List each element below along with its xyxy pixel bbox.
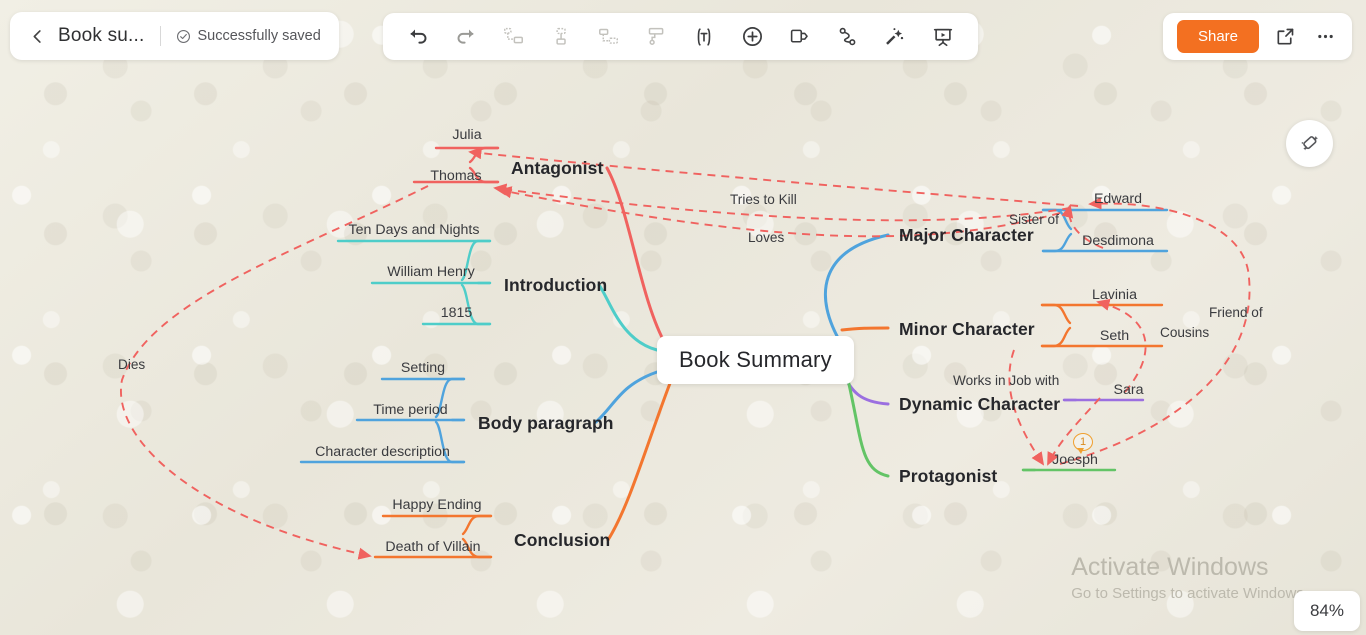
- plus-circle-icon: [742, 27, 762, 46]
- branch-node-minor-character[interactable]: Minor Character: [899, 319, 1035, 340]
- relationship-label-dies[interactable]: Dies: [118, 357, 145, 372]
- document-title[interactable]: Book su...: [58, 25, 145, 47]
- magic-wand-icon: [886, 27, 904, 45]
- ai-magic-button[interactable]: [880, 22, 910, 52]
- insert-summary-button[interactable]: [785, 22, 815, 52]
- insert-subtopic-button[interactable]: [546, 22, 576, 52]
- leaf-node-1815[interactable]: 1815: [423, 305, 490, 321]
- save-status: Successfully saved: [176, 28, 321, 44]
- leaf-node-time-period[interactable]: Time period: [357, 402, 464, 418]
- relationship-label-cousins[interactable]: Cousins: [1160, 325, 1209, 340]
- undo-arrow-icon: [410, 29, 426, 44]
- check-circle-icon: [176, 29, 190, 43]
- leaf-node-ten-days-and-nights[interactable]: Ten Days and Nights: [338, 222, 490, 238]
- more-options-button[interactable]: [1311, 23, 1339, 51]
- branch-node-antagonist[interactable]: Antagonist: [511, 158, 603, 179]
- branch-node-body-paragraph[interactable]: Body paragraph: [478, 413, 614, 434]
- mindmap-canvas[interactable]: [0, 0, 1366, 635]
- format-painter-button[interactable]: [642, 22, 672, 52]
- relationship-label-tries-to-kill[interactable]: Tries to Kill: [730, 192, 797, 207]
- comment-tail: [1077, 448, 1084, 454]
- redo-button[interactable]: [451, 22, 481, 52]
- external-link-icon: [1276, 28, 1293, 45]
- back-button[interactable]: [24, 23, 50, 49]
- editor-toolbar: [383, 13, 978, 60]
- leaf-node-thomas[interactable]: Thomas: [414, 168, 498, 184]
- document-title-bar: Book su... Successfully saved: [10, 12, 339, 60]
- relationship-curve-icon: [839, 27, 856, 46]
- save-status-label: Successfully saved: [197, 28, 321, 44]
- relationship-label-loves[interactable]: Loves: [748, 230, 784, 245]
- branch-node-introduction[interactable]: Introduction: [504, 275, 607, 296]
- insert-child-topic-button[interactable]: [594, 22, 624, 52]
- insert-relationship-button[interactable]: [832, 22, 862, 52]
- leaf-node-joesph[interactable]: Joesph: [1035, 452, 1115, 468]
- header-actions-bar: Share: [1162, 13, 1352, 60]
- share-button[interactable]: Share: [1176, 20, 1259, 53]
- branch-node-conclusion[interactable]: Conclusion: [514, 530, 610, 551]
- title-divider: [159, 26, 161, 46]
- subtopic-icon: [556, 27, 566, 45]
- insert-sibling-topic-button[interactable]: [498, 22, 528, 52]
- root-node[interactable]: Book Summary: [657, 336, 854, 384]
- leaf-node-setting[interactable]: Setting: [382, 360, 464, 376]
- undo-button[interactable]: [403, 22, 433, 52]
- leaf-node-lavinia[interactable]: Lavinia: [1067, 287, 1162, 303]
- magic-eraser-button[interactable]: [1286, 120, 1333, 167]
- text-box-icon: [697, 27, 711, 46]
- relationship-label-works-in-job-with[interactable]: Works in Job with: [953, 373, 1059, 388]
- export-button[interactable]: [1271, 23, 1299, 51]
- presentation-screen-icon: [933, 28, 952, 46]
- relationship-label-sister-of[interactable]: Sister of: [1009, 212, 1059, 227]
- insert-text-button[interactable]: [689, 22, 719, 52]
- branch-node-dynamic-character[interactable]: Dynamic Character: [899, 394, 1060, 415]
- insert-node-button[interactable]: [737, 22, 767, 52]
- leaf-node-edward[interactable]: Edward: [1069, 191, 1167, 207]
- leaf-node-happy-ending[interactable]: Happy Ending: [383, 497, 491, 513]
- sibling-topic-icon: [503, 27, 523, 44]
- mindmap-connectors: [120, 146, 1251, 560]
- leaf-node-death-of-villain[interactable]: Death of Villain: [375, 539, 491, 555]
- leaf-node-julia[interactable]: Julia: [436, 127, 498, 143]
- branch-node-protagonist[interactable]: Protagonist: [899, 466, 997, 487]
- comment-badge[interactable]: 1: [1073, 433, 1093, 454]
- paint-roller-icon: [648, 27, 664, 45]
- zoom-level-indicator[interactable]: 84%: [1293, 591, 1360, 631]
- child-topic-icon: [599, 28, 619, 44]
- leaf-node-character-description[interactable]: Character description: [301, 444, 464, 460]
- magic-eraser-icon: [1301, 136, 1319, 151]
- ellipsis-icon: [1317, 34, 1333, 39]
- leaf-node-desdimona[interactable]: Desdimona: [1069, 233, 1167, 249]
- relationship-label-friend-of[interactable]: Friend of: [1209, 305, 1263, 320]
- branch-node-major-character[interactable]: Major Character: [899, 225, 1034, 246]
- summary-bracket-icon: [791, 29, 809, 43]
- presentation-button[interactable]: [928, 22, 958, 52]
- chevron-left-icon: [33, 29, 41, 43]
- leaf-node-william-henry[interactable]: William Henry: [372, 264, 490, 280]
- leaf-node-sara[interactable]: Sara: [1089, 382, 1168, 398]
- leaf-node-seth[interactable]: Seth: [1067, 328, 1162, 344]
- redo-arrow-icon: [457, 29, 474, 44]
